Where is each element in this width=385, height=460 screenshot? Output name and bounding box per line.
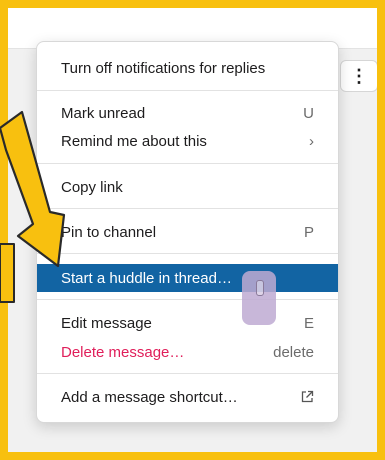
mouse-cursor-icon	[242, 271, 276, 325]
annotation-arrow-icon	[0, 110, 66, 303]
